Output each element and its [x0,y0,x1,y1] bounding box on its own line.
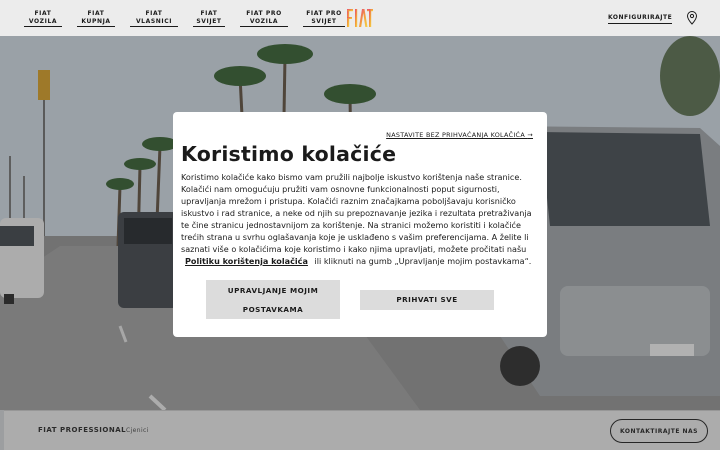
nav-underline [77,26,115,27]
cookie-policy-link[interactable]: Politiku korištenja kolačića [185,256,308,266]
nav-label-line1: FIAT [200,10,218,17]
nav-label-line2: VOZILA [249,18,279,25]
nav-label-line2: VOZILA [28,18,58,25]
main-nav: FIAT VOZILA FIAT KUPNJA FIAT VLASNICI FI… [0,0,354,36]
cookie-body-end: ili kliknuti na gumb „Upravljanje mojim … [314,256,532,266]
configure-underline [608,23,673,24]
configure-link[interactable]: KONFIGURIRAJTE [608,14,673,24]
continue-without-accepting-label: NASTAVITE BEZ PRIHVAĆANJA KOLAČIĆA [386,131,525,139]
nav-fiat-svijet[interactable]: FIAT SVIJET [187,0,231,36]
nav-label-line2: SVIJET [196,18,222,25]
nav-underline [240,26,288,27]
nav-label-line1: FIAT [87,10,105,17]
nav-label-line2: VLASNICI [135,18,173,25]
nav-underline [303,26,345,27]
nav-underline [24,26,62,27]
cookie-modal-body: Koristimo kolačiće kako bismo vam pružil… [181,171,539,267]
nav-fiat-vlasnici[interactable]: FIAT VLASNICI [124,0,184,36]
nav-fiat-kupnja[interactable]: FIAT KUPNJA [71,0,121,36]
fiat-logo[interactable] [346,8,374,28]
nav-label-line1: FIAT [34,10,52,17]
nav-underline [130,26,178,27]
nav-label-line2: SVIJET [311,18,337,25]
arrow-right-icon: → [527,131,533,139]
nav-label-line2: KUPNJA [81,18,111,25]
continue-without-accepting-link[interactable]: NASTAVITE BEZ PRIHVAĆANJA KOLAČIĆA → [386,131,533,139]
manage-settings-line1: UPRAVLJANJE MOJIM [227,286,319,295]
nav-underline [193,26,225,27]
manage-settings-button[interactable]: UPRAVLJANJE MOJIM POSTAVKAMA [206,280,340,319]
nav-label-line1: FIAT [145,10,163,17]
nav-fiat-pro-svijet[interactable]: FIAT PRO SVIJET [297,0,351,36]
configure-label: KONFIGURIRAJTE [608,14,673,21]
accept-all-button[interactable]: PRIHVATI SVE [360,290,494,310]
map-pin-icon[interactable] [686,11,698,25]
nav-label-line1: FIAT PRO [306,10,342,17]
top-navigation-bar: FIAT VOZILA FIAT KUPNJA FIAT VLASNICI FI… [0,0,720,36]
manage-settings-line2: POSTAVKAMA [242,305,304,314]
cookie-consent-modal: NASTAVITE BEZ PRIHVAĆANJA KOLAČIĆA → Kor… [173,112,547,337]
nav-fiat-pro-vozila[interactable]: FIAT PRO VOZILA [234,0,294,36]
cookie-modal-title: Koristimo kolačiće [181,142,397,166]
nav-label-line1: FIAT PRO [246,10,282,17]
nav-fiat-vozila[interactable]: FIAT VOZILA [18,0,68,36]
cookie-body-text: Koristimo kolačiće kako bismo vam pružil… [181,172,532,254]
